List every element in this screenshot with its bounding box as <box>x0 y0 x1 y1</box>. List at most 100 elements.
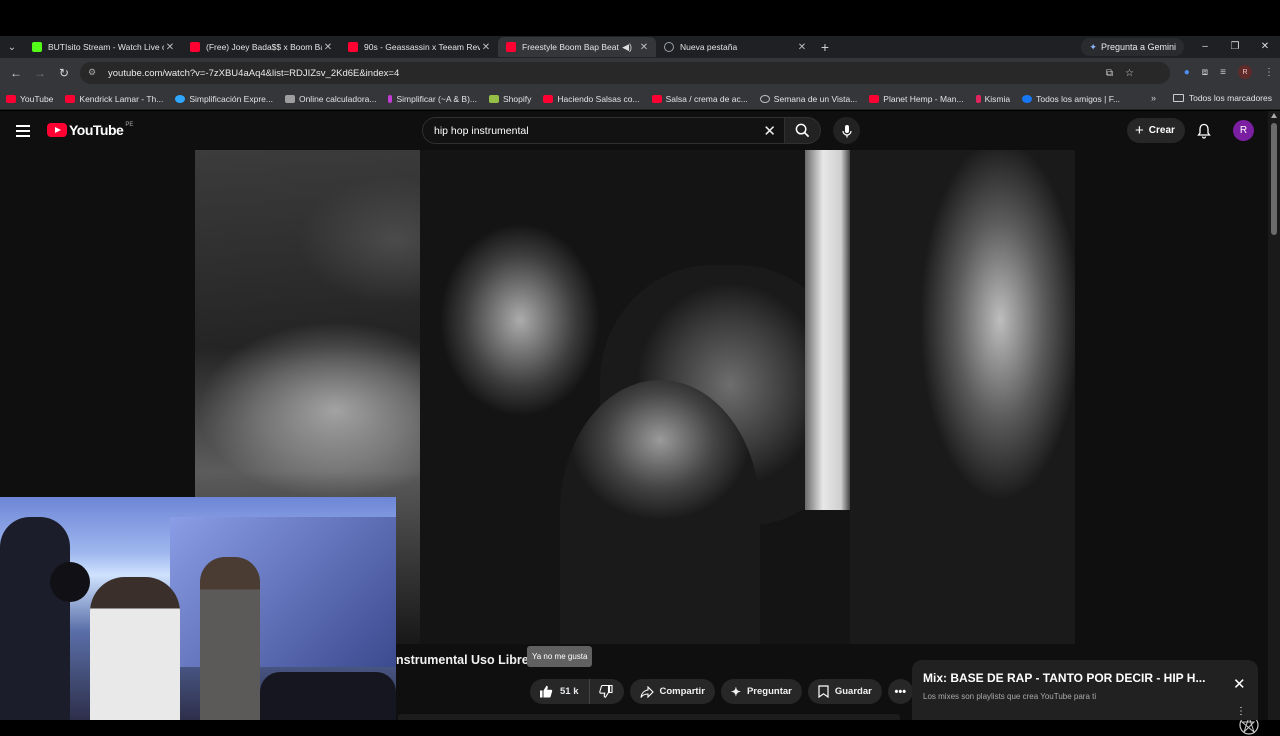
dislike-button[interactable] <box>590 679 624 704</box>
thumbs-up-icon <box>540 685 553 698</box>
video-blurred-right <box>850 150 1075 644</box>
bookmark-item[interactable]: Planet Hemp - Man... <box>869 94 964 104</box>
globe-icon <box>759 94 770 103</box>
share-label: Compartir <box>659 686 705 697</box>
webcam-overlay <box>0 497 396 720</box>
bookmark-item[interactable]: Todos los amigos | F... <box>1022 94 1120 104</box>
close-window-icon[interactable]: ✕ <box>1250 36 1280 58</box>
tab-2[interactable]: 90s - Geassassin x Teeam Revol ✕ <box>340 37 498 57</box>
restore-icon[interactable]: ❐ <box>1220 36 1250 58</box>
bookmark-item[interactable]: Kismia <box>975 94 1010 104</box>
voice-search-button[interactable] <box>833 117 860 144</box>
bookmark-item[interactable]: Haciendo Salsas co... <box>543 93 640 104</box>
youtube-icon <box>651 94 662 103</box>
youtube-wordmark: YouTube <box>69 122 124 138</box>
tab-4[interactable]: Nueva pestaña ✕ <box>656 37 814 57</box>
extension-s-icon[interactable]: ● <box>1184 67 1190 78</box>
gemini-button[interactable]: ✦ Pregunta a Gemini <box>1081 38 1184 56</box>
ask-sparkle-icon: ✦ <box>730 684 741 699</box>
bookmark-item[interactable]: Simplificar (~A & B)... <box>388 94 477 104</box>
reading-list-icon[interactable]: ≡ <box>1220 67 1226 78</box>
bookmark-item[interactable]: Semana de un Vista... <box>759 93 858 104</box>
bookmark-item[interactable]: YouTube <box>6 94 53 104</box>
search-input[interactable]: hip hop instrumental ✕ <box>422 117 785 144</box>
url-field[interactable]: ⚙ youtube.com/watch?v=-7zXBU4aAq4&list=R… <box>80 62 1170 84</box>
mix-playlist-panel[interactable]: Mix: BASE DE RAP - TANTO POR DECIR - HIP… <box>912 660 1258 720</box>
bookmark-label: Haciendo Salsas co... <box>557 93 640 104</box>
ask-button[interactable]: ✦ Preguntar <box>720 679 802 704</box>
close-icon[interactable]: ✕ <box>164 42 176 53</box>
more-bookmarks-chevron[interactable]: » <box>1151 93 1156 103</box>
dislike-tooltip: Ya no me gusta <box>527 646 593 667</box>
scrollbar-thumb[interactable] <box>1271 123 1277 235</box>
scroll-up-arrow-icon[interactable] <box>1271 113 1277 118</box>
bookmark-item[interactable]: Kendrick Lamar - Th... <box>65 94 163 104</box>
url-text: youtube.com/watch?v=-7zXBU4aAq4&list=RDJ… <box>108 67 400 79</box>
create-label: Crear <box>1148 125 1175 136</box>
tab-search-button[interactable]: ⌄ <box>0 36 24 58</box>
all-bookmarks-button[interactable]: Todos los marcadores <box>1172 93 1272 103</box>
create-button[interactable]: + Crear <box>1127 118 1185 143</box>
close-icon[interactable]: ✕ <box>322 42 334 53</box>
speaker-icon[interactable]: ◀) <box>622 42 632 53</box>
install-app-icon[interactable]: ⧉ <box>1106 68 1113 79</box>
close-icon[interactable]: ✕ <box>796 42 808 53</box>
youtube-icon <box>869 94 880 103</box>
clear-search-icon[interactable]: ✕ <box>763 122 776 140</box>
search-icon <box>795 123 810 138</box>
search-button[interactable] <box>785 117 821 144</box>
video-actions: 51 k Compartir ✦ Preguntar Guardar ••• <box>530 679 913 705</box>
close-icon[interactable]: ✕ <box>638 42 650 53</box>
like-button[interactable]: 51 k <box>530 679 590 704</box>
close-mix-icon[interactable]: ✕ <box>1233 675 1246 693</box>
close-icon[interactable]: ✕ <box>480 42 492 53</box>
kebab-menu-icon[interactable]: ⋮ <box>1264 67 1274 78</box>
window-light-shape <box>805 150 850 510</box>
youtube-icon <box>65 94 76 103</box>
bookmark-star-icon[interactable]: ☆ <box>1125 68 1134 79</box>
youtube-play-icon <box>47 123 67 137</box>
youtube-logo[interactable]: YouTube PE <box>47 122 133 138</box>
tab-0[interactable]: BUTIsito Stream - Watch Live o ✕ <box>24 37 182 57</box>
back-arrow-icon[interactable]: ← <box>4 66 28 80</box>
reload-icon[interactable]: ↻ <box>52 66 76 80</box>
tab-title: 90s - Geassassin x Teeam Revol <box>364 42 480 52</box>
tab-3-active[interactable]: Freestyle Boom Bap Beat | ◀) ✕ <box>498 37 656 57</box>
extensions-puzzle-icon[interactable]: ⧈ <box>1202 67 1208 78</box>
like-dislike-group: 51 k <box>530 679 624 704</box>
site-info-icon[interactable]: ⚙ <box>88 67 100 79</box>
mix-menu-icon[interactable]: ⋮ <box>1236 706 1246 717</box>
bookmark-label: Shopify <box>503 93 532 104</box>
menu-hamburger-icon[interactable] <box>16 125 30 137</box>
youtube-icon <box>506 42 516 52</box>
youtube-icon <box>6 94 16 103</box>
bookmark-item[interactable]: Simplificación Expre... <box>175 94 273 104</box>
forward-arrow-icon[interactable]: → <box>28 66 52 80</box>
save-button[interactable]: Guardar <box>807 679 882 704</box>
bookmark-label: YouTube <box>20 93 54 104</box>
profile-avatar[interactable]: R <box>1238 65 1252 79</box>
youtube-header: YouTube PE hip hop instrumental ✕ + Crea… <box>0 111 1268 151</box>
minimize-icon[interactable]: – <box>1190 36 1220 58</box>
youtube-icon <box>543 94 554 103</box>
bookmarks-bar: YouTube Kendrick Lamar - Th... Simplific… <box>0 88 1280 110</box>
bookmark-item[interactable]: Shopify <box>489 94 531 104</box>
bookmark-item[interactable]: Salsa / crema de ac... <box>651 94 748 104</box>
tab-title: (Free) Joey Bada$$ x Boom Bap <box>206 42 322 52</box>
bookmark-label: Semana de un Vista... <box>773 93 858 104</box>
bookmark-item[interactable]: Online calculadora... <box>284 94 376 104</box>
tab-1[interactable]: (Free) Joey Bada$$ x Boom Bap ✕ <box>182 37 340 57</box>
new-tab-button[interactable]: + <box>814 39 836 55</box>
share-button[interactable]: Compartir <box>629 679 715 704</box>
thumbs-down-icon <box>598 685 613 698</box>
bookmark-label: Simplificar (~A & B)... <box>396 93 478 104</box>
bookmark-save-icon <box>818 685 829 698</box>
kick-icon <box>32 42 42 52</box>
notifications-bell-icon[interactable] <box>1197 123 1211 139</box>
more-actions-button[interactable]: ••• <box>887 679 913 704</box>
account-avatar[interactable]: R <box>1233 120 1254 141</box>
toolbar-right: ● ⧈ ≡ R ⋮ <box>1184 65 1274 79</box>
more-dots-icon: ••• <box>894 685 907 698</box>
page-scrollbar[interactable] <box>1268 111 1280 720</box>
search-query: hip hop instrumental <box>434 124 529 137</box>
